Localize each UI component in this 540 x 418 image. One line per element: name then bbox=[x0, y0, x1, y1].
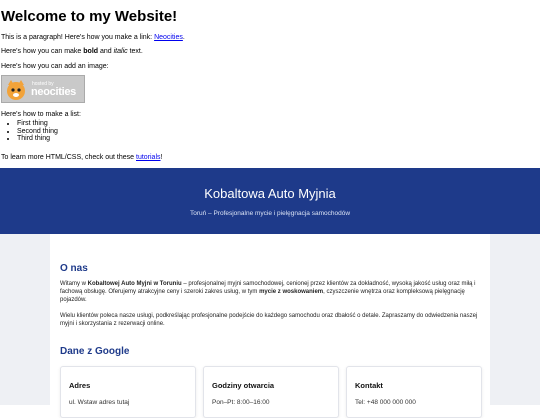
about-bold-service: mycie z woskowaniem bbox=[259, 289, 324, 295]
hero-subtitle: Toruń – Profesjonalne mycie i pielęgnacj… bbox=[189, 210, 351, 217]
info-card-title: Kontakt bbox=[355, 381, 383, 390]
about-paragraph-2: Wielu klientów poleca nasze usługi, podk… bbox=[60, 313, 478, 327]
info-card-address: Adres ul. Wstaw adres tutaj bbox=[60, 366, 196, 418]
italic-text: italic bbox=[113, 48, 128, 55]
fmt-mid: and bbox=[98, 48, 114, 55]
badge-name: neocities bbox=[31, 86, 76, 98]
list-item: Third thing bbox=[17, 135, 58, 143]
sample-list: First thing Second thing Third thing bbox=[7, 120, 58, 143]
neocities-link[interactable]: Neocities bbox=[154, 34, 183, 41]
info-card-hours: Godziny otwarcia Pon–Pt: 8:00–16:00 bbox=[203, 366, 339, 418]
cat-icon bbox=[7, 80, 25, 100]
tutorials-paragraph: To learn more HTML/CSS, check out these … bbox=[1, 153, 162, 162]
about-text-a: Witamy w bbox=[60, 281, 88, 287]
bold-text: bold bbox=[83, 48, 99, 55]
info-card-title: Godziny otwarcia bbox=[212, 381, 275, 390]
hero-banner: Kobaltowa Auto Myjnia Toruń – Profesjona… bbox=[0, 168, 540, 234]
list-item: Second thing bbox=[17, 128, 58, 136]
intro-text: This is a paragraph! Here's how you make… bbox=[1, 34, 155, 41]
fmt-end: text. bbox=[127, 48, 143, 55]
formatting-paragraph: Here's how you can make bold and italic … bbox=[1, 47, 143, 56]
about-bold-name: Kobaltowej Auto Myjni w Toruniu bbox=[87, 281, 182, 287]
info-card-contact: Kontakt Tel: +48 000 000 000 bbox=[346, 366, 482, 418]
intro-end: . bbox=[182, 34, 185, 41]
tutorials-end: ! bbox=[160, 154, 163, 161]
google-heading: Dane z Google bbox=[60, 346, 130, 357]
hero-title: Kobaltowa Auto Myjnia bbox=[204, 186, 336, 201]
image-paragraph: Here's how you can add an image: bbox=[1, 63, 109, 70]
about-paragraph-1: Witamy w Kobaltowej Auto Myjni w Toruniu… bbox=[60, 280, 480, 304]
neocities-badge[interactable]: hosted by neocities bbox=[1, 75, 85, 103]
page-heading: Welcome to my Website! bbox=[1, 8, 178, 25]
about-heading: O nas bbox=[60, 263, 88, 274]
intro-paragraph: This is a paragraph! Here's how you make… bbox=[1, 33, 185, 42]
list-paragraph: Here's how to make a list: bbox=[1, 111, 81, 118]
tutorials-link[interactable]: tutorials bbox=[136, 154, 161, 161]
tutorials-text: To learn more HTML/CSS, check out these bbox=[1, 154, 136, 161]
info-card-title: Adres bbox=[69, 381, 91, 390]
fmt-text: Here's how you can make bbox=[1, 48, 84, 55]
list-item: First thing bbox=[17, 120, 58, 128]
